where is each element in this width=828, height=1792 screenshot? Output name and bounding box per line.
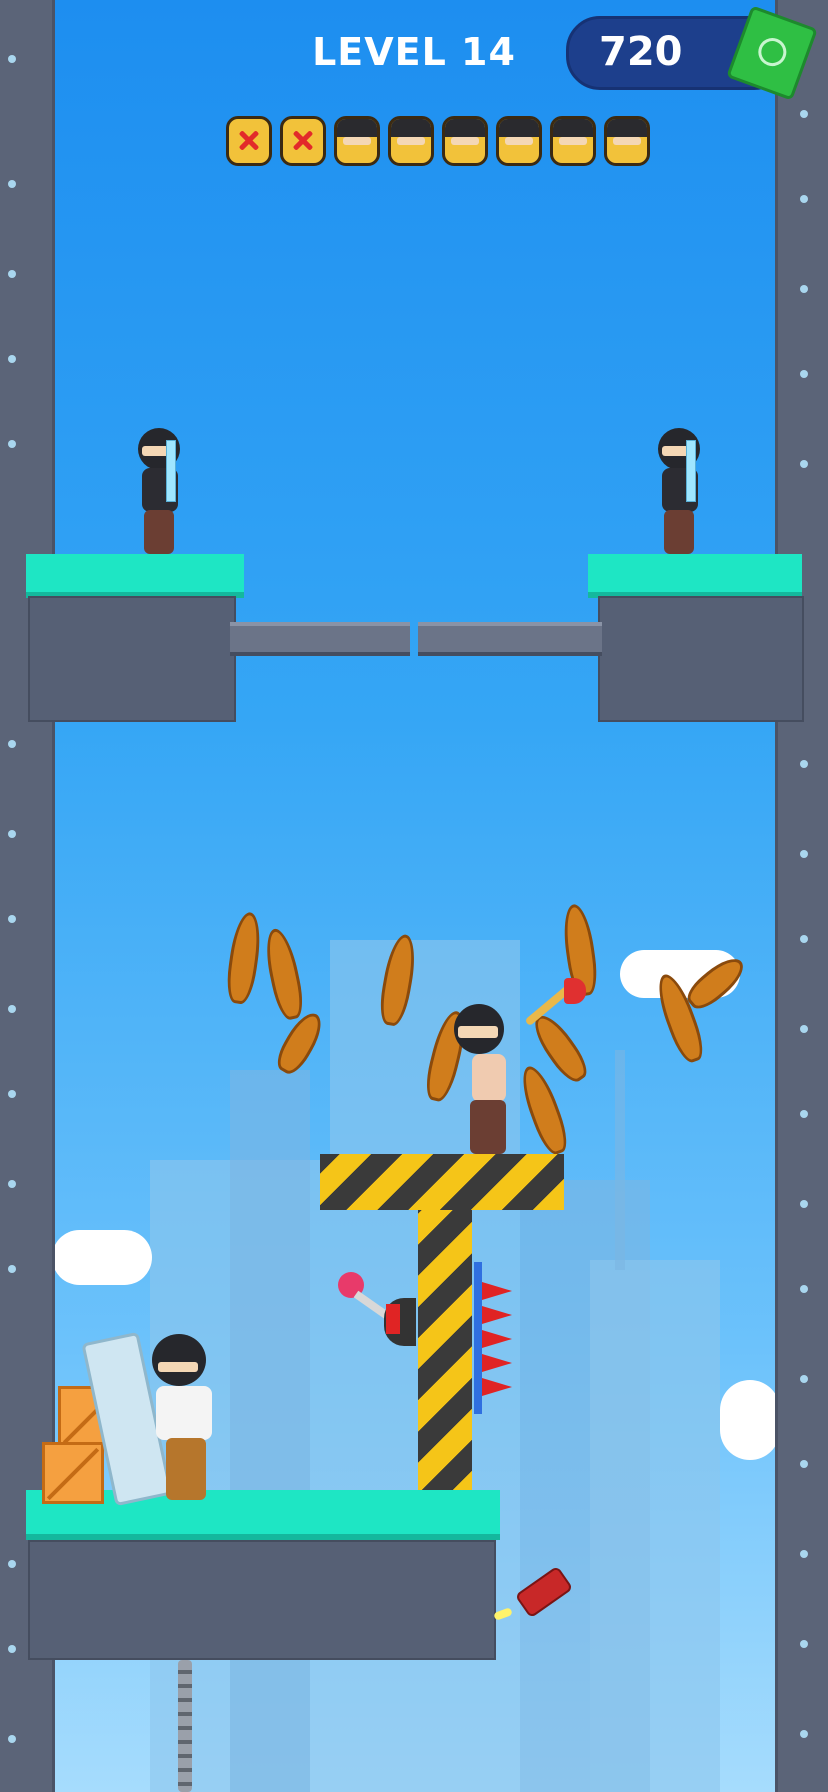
lower-platform-block (28, 1540, 496, 1660)
spike-rail (474, 1262, 482, 1414)
city-building (590, 1260, 720, 1792)
spike (482, 1354, 512, 1372)
enemy-remaining-icon (334, 116, 380, 166)
right-wall (775, 0, 828, 1792)
enemy-remaining-icon (388, 116, 434, 166)
enemy-tracker (226, 116, 650, 166)
ninja-guard-left[interactable] (132, 428, 192, 554)
hazard-pillar (418, 1210, 472, 1502)
lever-button (386, 1304, 400, 1334)
spike (482, 1306, 512, 1324)
spike (482, 1378, 512, 1396)
hazard-beam (320, 1154, 564, 1210)
cash-counter: 720 (566, 5, 818, 101)
axe-head (564, 978, 586, 1004)
cloud (52, 1230, 152, 1285)
enemy-remaining-icon (604, 116, 650, 166)
lever[interactable] (338, 1272, 418, 1352)
city-building (230, 1070, 310, 1792)
cloud (720, 1380, 780, 1460)
ninja-guard-right[interactable] (656, 428, 716, 554)
bridge-girder-left[interactable] (230, 622, 410, 656)
hanging-chain (178, 1660, 192, 1792)
enemy-remaining-icon (496, 116, 542, 166)
bridge-girder-right[interactable] (418, 622, 602, 656)
upper-left-platform-top (26, 554, 244, 598)
enemy-remaining-icon (442, 116, 488, 166)
hero-character[interactable] (146, 1334, 226, 1500)
spike (482, 1282, 512, 1300)
enemy-defeated-icon (226, 116, 272, 166)
upper-right-platform-top (588, 554, 802, 598)
enemy-remaining-icon (550, 116, 596, 166)
upper-left-platform-block (28, 596, 236, 722)
spike (482, 1330, 512, 1348)
enemy-defeated-icon (280, 116, 326, 166)
city-building (615, 1050, 625, 1270)
upper-right-platform-block (598, 596, 804, 722)
cash-amount: 720 (599, 29, 683, 75)
ninja-center[interactable] (448, 1004, 528, 1154)
wooden-crate (42, 1442, 104, 1504)
